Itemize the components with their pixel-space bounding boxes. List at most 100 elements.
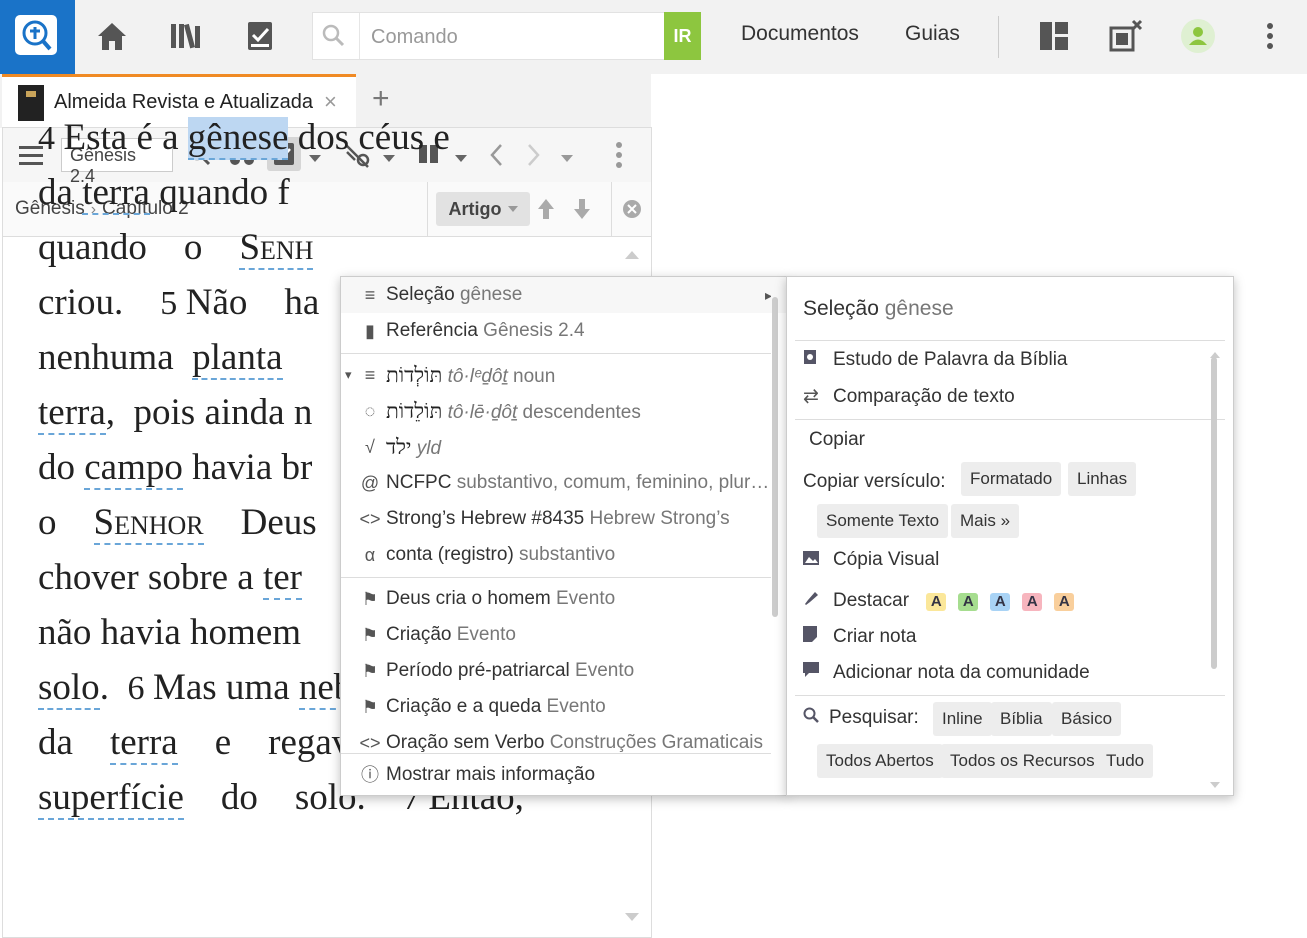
- search-all-resources-button[interactable]: Todos os Recursos: [941, 744, 1104, 778]
- guides-link[interactable]: Guias: [905, 22, 960, 46]
- submenu-scrollbar[interactable]: [1211, 357, 1217, 669]
- community-note-label: Adicionar nota da comunidade: [833, 662, 1090, 683]
- menu-item-label: Período pré-patriarcal Evento: [386, 653, 634, 689]
- command-box[interactable]: [312, 12, 700, 60]
- scroll-up-icon[interactable]: [623, 248, 641, 266]
- menu-item-sub: Evento: [550, 588, 616, 609]
- menu-item[interactable]: ≡ Seleção gênese ▸: [341, 277, 771, 313]
- menu-item-label: Referência: [386, 320, 478, 341]
- passage-text-run: .: [99, 667, 128, 708]
- context-menu: ≡ Seleção gênese ▸ ▮ Referência Gênesis 2.4 ≡…: [340, 276, 788, 796]
- menu-item[interactable]: <> Strong’s Hebrew #8435 Hebrew Strong’s: [341, 501, 771, 537]
- home-icon[interactable]: [94, 18, 130, 54]
- passage-line: quando o Senh: [38, 220, 578, 275]
- code-icon: <>: [359, 509, 381, 529]
- search-label: Pesquisar:: [829, 707, 919, 728]
- linked-word[interactable]: superfície: [38, 777, 184, 820]
- highlight-swatch[interactable]: A: [958, 593, 979, 611]
- community-note-item[interactable]: Adicionar nota da comunidade: [803, 662, 1090, 684]
- more-menu-icon[interactable]: [1252, 18, 1288, 54]
- menu-item-sub: Hebrew Strong’s: [584, 508, 730, 529]
- linked-word[interactable]: Senhor: [93, 502, 204, 545]
- passage-text-run: criou.: [38, 282, 161, 323]
- library-icon[interactable]: [168, 18, 204, 54]
- search-basic-button[interactable]: Básico: [1052, 702, 1122, 736]
- menu-item-label: Criação e a queda Evento: [386, 689, 606, 725]
- menu-item[interactable]: ≡ תּוֹלְדוֹת tô·lᵉḏôṯ noun ▾: [341, 357, 771, 393]
- copy-text-only-button[interactable]: Somente Texto: [817, 504, 949, 538]
- menu-item[interactable]: ⚑ Período pré-patriarcal Evento: [341, 653, 771, 689]
- menu-item[interactable]: α conta (registro) substantivo: [341, 537, 771, 573]
- search-everything-button[interactable]: Tudo: [1097, 744, 1154, 778]
- note-icon: [803, 626, 833, 648]
- menu-item[interactable]: ◌ תּוֹלֵדוֹת tô·lē·ḏôṯ descendentes: [341, 393, 771, 429]
- highlight-label: Destacar: [833, 590, 910, 611]
- highlight-swatch[interactable]: A: [1022, 593, 1043, 611]
- highlight-swatch[interactable]: A: [926, 593, 947, 611]
- menu-item-label: Período pré-patriarcal: [386, 660, 570, 681]
- linked-word[interactable]: Senh: [239, 227, 314, 270]
- menu-item[interactable]: ⚑ Criação e a queda Evento: [341, 689, 771, 725]
- close-panels-icon[interactable]: [1108, 18, 1144, 54]
- highlight-swatch[interactable]: A: [1054, 593, 1075, 611]
- search-inline-button[interactable]: Inline: [933, 702, 992, 736]
- menu-scrollbar[interactable]: [772, 297, 778, 617]
- menu-item[interactable]: ⓘ Mostrar mais informação: [341, 757, 771, 793]
- panel-menu-icon[interactable]: [613, 140, 625, 175]
- flag-icon: ⚑: [361, 661, 379, 681]
- logo-icon: [15, 15, 57, 55]
- menu-item-sub: substantivo: [513, 544, 616, 565]
- command-input[interactable]: [369, 23, 663, 51]
- flag-icon: ⚑: [361, 625, 379, 645]
- documents-link[interactable]: Documentos: [741, 22, 859, 46]
- menu-item-label: Criação Evento: [386, 617, 516, 653]
- linked-word[interactable]: solo: [38, 667, 100, 710]
- linked-word[interactable]: campo: [84, 447, 183, 490]
- expand-caret-icon[interactable]: ▾: [345, 357, 352, 393]
- top-bar: IR Documentos Guias: [0, 0, 1307, 74]
- menu-item-label: Mostrar mais informação: [386, 757, 595, 793]
- word-study-item[interactable]: Estudo de Palavra da Bíblia: [803, 349, 1068, 371]
- menu-item[interactable]: ▮ Referência Gênesis 2.4: [341, 313, 771, 349]
- reading-plan-icon[interactable]: [243, 18, 279, 54]
- menu-item-sub: Evento: [541, 696, 606, 717]
- linked-word[interactable]: planta: [192, 337, 283, 380]
- close-circle-icon[interactable]: [622, 199, 642, 224]
- layouts-icon[interactable]: [1036, 18, 1072, 54]
- search-bible-button[interactable]: Bíblia: [991, 702, 1052, 736]
- passage-text-run: Não ha: [185, 282, 320, 323]
- linked-word[interactable]: terra: [82, 172, 150, 215]
- menu-item[interactable]: √ ילד yld: [341, 429, 771, 465]
- highlight-swatches: AAAAA: [914, 590, 1075, 611]
- submenu-divider: [795, 695, 1225, 696]
- copy-formatted-button[interactable]: Formatado: [961, 462, 1062, 496]
- linked-word[interactable]: ter: [262, 557, 303, 600]
- copy-lines-button[interactable]: Linhas: [1068, 462, 1137, 496]
- menu-item[interactable]: <> Oração sem Verbo Construções Gramatica…: [341, 725, 771, 761]
- menu-item-label: conta (registro) substantivo: [386, 537, 615, 573]
- passage-text-run: chover sobre a: [38, 557, 263, 598]
- highlight-swatch[interactable]: A: [990, 593, 1011, 611]
- passage-text-run: Mas uma: [152, 667, 299, 708]
- linked-word[interactable]: gênese: [187, 117, 289, 160]
- menu-item[interactable]: ⚑ Deus cria o homem Evento: [341, 581, 771, 617]
- search-all-open-button[interactable]: Todos Abertos: [817, 744, 943, 778]
- linked-word[interactable]: terra: [109, 722, 178, 765]
- menu-divider: [341, 753, 771, 754]
- scroll-down-icon[interactable]: [623, 910, 641, 928]
- visual-copy-item[interactable]: Cópia Visual: [803, 549, 939, 571]
- copy-item[interactable]: Copiar: [809, 429, 865, 451]
- text-compare-item[interactable]: ⇄ Comparação de texto: [803, 385, 1015, 408]
- copy-more-button[interactable]: Mais »: [951, 504, 1020, 538]
- logos-logo[interactable]: [0, 0, 75, 74]
- menu-item[interactable]: @ NCFPC substantivo, comum, feminino, plu…: [341, 465, 771, 501]
- word-study-icon: [803, 349, 833, 371]
- scroll-down-icon[interactable]: [1209, 773, 1221, 795]
- menu-item-sub: Gênesis 2.4: [477, 320, 585, 341]
- submenu-arrow-icon: ▸: [765, 287, 771, 303]
- go-button[interactable]: IR: [664, 12, 701, 60]
- linked-word[interactable]: terra: [38, 392, 106, 435]
- account-avatar-icon[interactable]: [1180, 18, 1216, 54]
- menu-item[interactable]: ⚑ Criação Evento: [341, 617, 771, 653]
- create-note-item[interactable]: Criar nota: [803, 626, 916, 648]
